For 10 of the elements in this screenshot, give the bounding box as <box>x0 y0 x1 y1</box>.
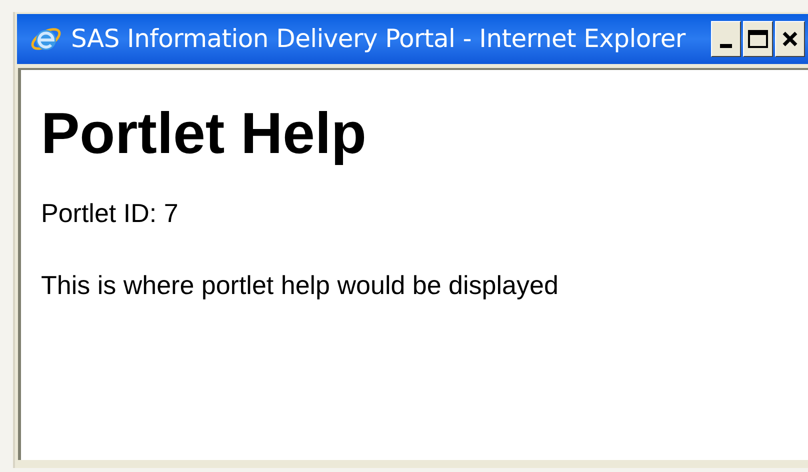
maximize-icon <box>748 30 768 48</box>
paragraph: Portlet ID: 7 <box>41 197 178 230</box>
page-heading: Portlet Help <box>41 100 368 168</box>
window-title: SAS Information Delivery Portal - Internet Explorer <box>71 23 686 56</box>
minimize-button[interactable] <box>711 21 742 57</box>
paragraph: This is where portlet help would be displayed <box>41 269 558 302</box>
maximize-button[interactable] <box>743 21 774 57</box>
close-button[interactable] <box>775 21 806 57</box>
minimize-icon <box>720 44 732 48</box>
close-icon <box>782 31 798 47</box>
